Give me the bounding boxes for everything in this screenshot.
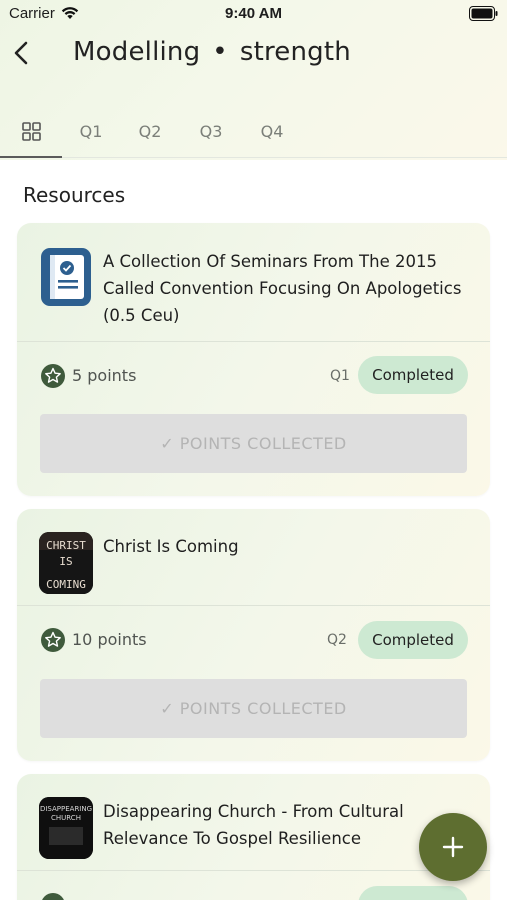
card-divider (17, 341, 490, 342)
points-label: 5 points (72, 366, 137, 385)
page-title: Modelling • strength (73, 37, 351, 67)
quarter-tabs: Q1 Q2 Q3 Q4 (0, 110, 507, 158)
clock: 9:40 AM (225, 5, 282, 22)
plus-icon (442, 836, 464, 858)
star-icon (41, 628, 65, 652)
battery-icon (469, 6, 498, 21)
resource-title: Christ Is Coming (103, 537, 239, 556)
resource-card[interactable]: A Collection Of Seminars From The 2015 C… (17, 223, 490, 496)
cover-text-line-2: CHURCH (51, 814, 81, 822)
status-badge (358, 886, 468, 900)
back-button[interactable] (8, 36, 36, 70)
page-title-primary: Modelling (73, 37, 201, 67)
points-collected-button[interactable]: ✓ POINTS COLLECTED (40, 414, 467, 473)
star-icon (41, 364, 65, 388)
tab-q4[interactable]: Q4 (251, 110, 293, 156)
star-icon (42, 893, 64, 900)
cover-text-line-2: IS (59, 555, 72, 568)
quarter-label: Q1 (330, 368, 350, 384)
cover-text-line-1: DISAPPEARING (40, 805, 92, 813)
resource-card[interactable]: DISAPPEARING CHURCH Disappearing Church … (17, 774, 490, 900)
status-badge: Completed (358, 621, 468, 659)
tab-q2[interactable]: Q2 (129, 110, 171, 156)
page-title-secondary: strength (239, 37, 351, 67)
card-divider (17, 870, 490, 871)
points-label: 10 points (72, 630, 147, 649)
cover-text-line-3: COMING (46, 578, 86, 591)
status-badge: Completed (358, 356, 468, 394)
status-bar: Carrier 9:40 AM (0, 0, 507, 28)
title-separator: • (212, 37, 228, 67)
tab-q1[interactable]: Q1 (70, 110, 112, 156)
points-collected-button[interactable]: ✓ POINTS COLLECTED (40, 679, 467, 738)
navigation-bar: Modelling • strength (0, 30, 507, 80)
resource-card[interactable]: CHRIST IS COMING Christ Is Coming 10 poi… (17, 509, 490, 761)
tab-q3[interactable]: Q3 (190, 110, 232, 156)
tab-all[interactable] (0, 110, 62, 158)
grid-icon (22, 122, 41, 141)
card-divider (17, 605, 490, 606)
cover-text-line-1: CHRIST (46, 539, 86, 552)
book-cover: DISAPPEARING CHURCH (39, 797, 93, 859)
quarter-label: Q2 (327, 632, 347, 648)
book-cover: CHRIST IS COMING (39, 532, 93, 594)
resource-title: A Collection Of Seminars From The 2015 C… (103, 252, 462, 325)
certificate-icon (39, 246, 93, 308)
section-title: Resources (23, 183, 126, 207)
add-resource-button[interactable] (419, 813, 487, 881)
